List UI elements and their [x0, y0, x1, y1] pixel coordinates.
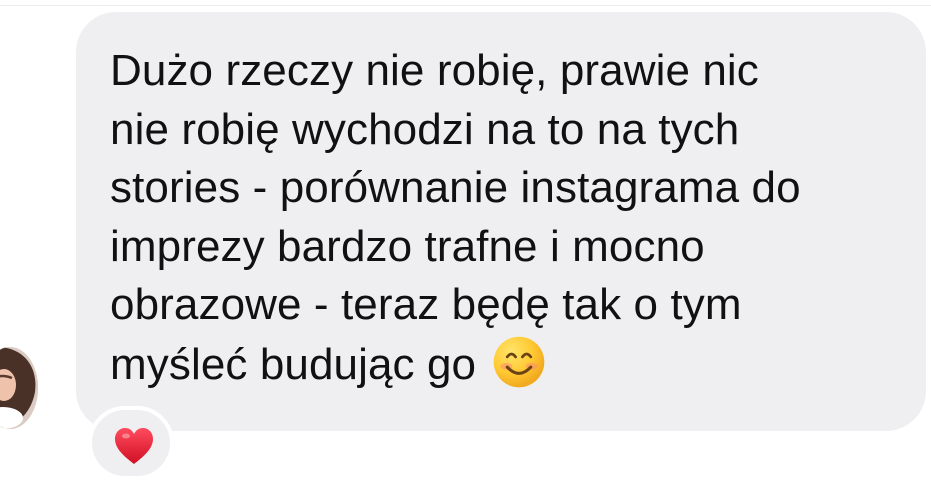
message-line-6: myśleć budując go — [110, 335, 910, 395]
avatar[interactable] — [0, 347, 38, 429]
message-line-4: imprezy bardzo trafne i mocno — [110, 221, 705, 271]
top-divider — [0, 5, 931, 6]
reaction-pill[interactable] — [88, 406, 174, 480]
message-line-3: stories - porównanie instagrama do — [110, 163, 801, 212]
message-text: Dużo rzeczy nie robię, prawie nic nie ro… — [110, 42, 910, 394]
message-line-1: Dużo rzeczy nie robię, prawie nic — [110, 46, 759, 95]
heart-icon — [112, 426, 156, 466]
message-line-6-text: myśleć budując go — [110, 339, 477, 389]
message-line-5: obrazowe - teraz będę tak o tym — [110, 280, 742, 329]
smiling-face-icon — [492, 335, 546, 389]
message-line-2: nie robię wychodzi na to na tych — [110, 104, 740, 154]
